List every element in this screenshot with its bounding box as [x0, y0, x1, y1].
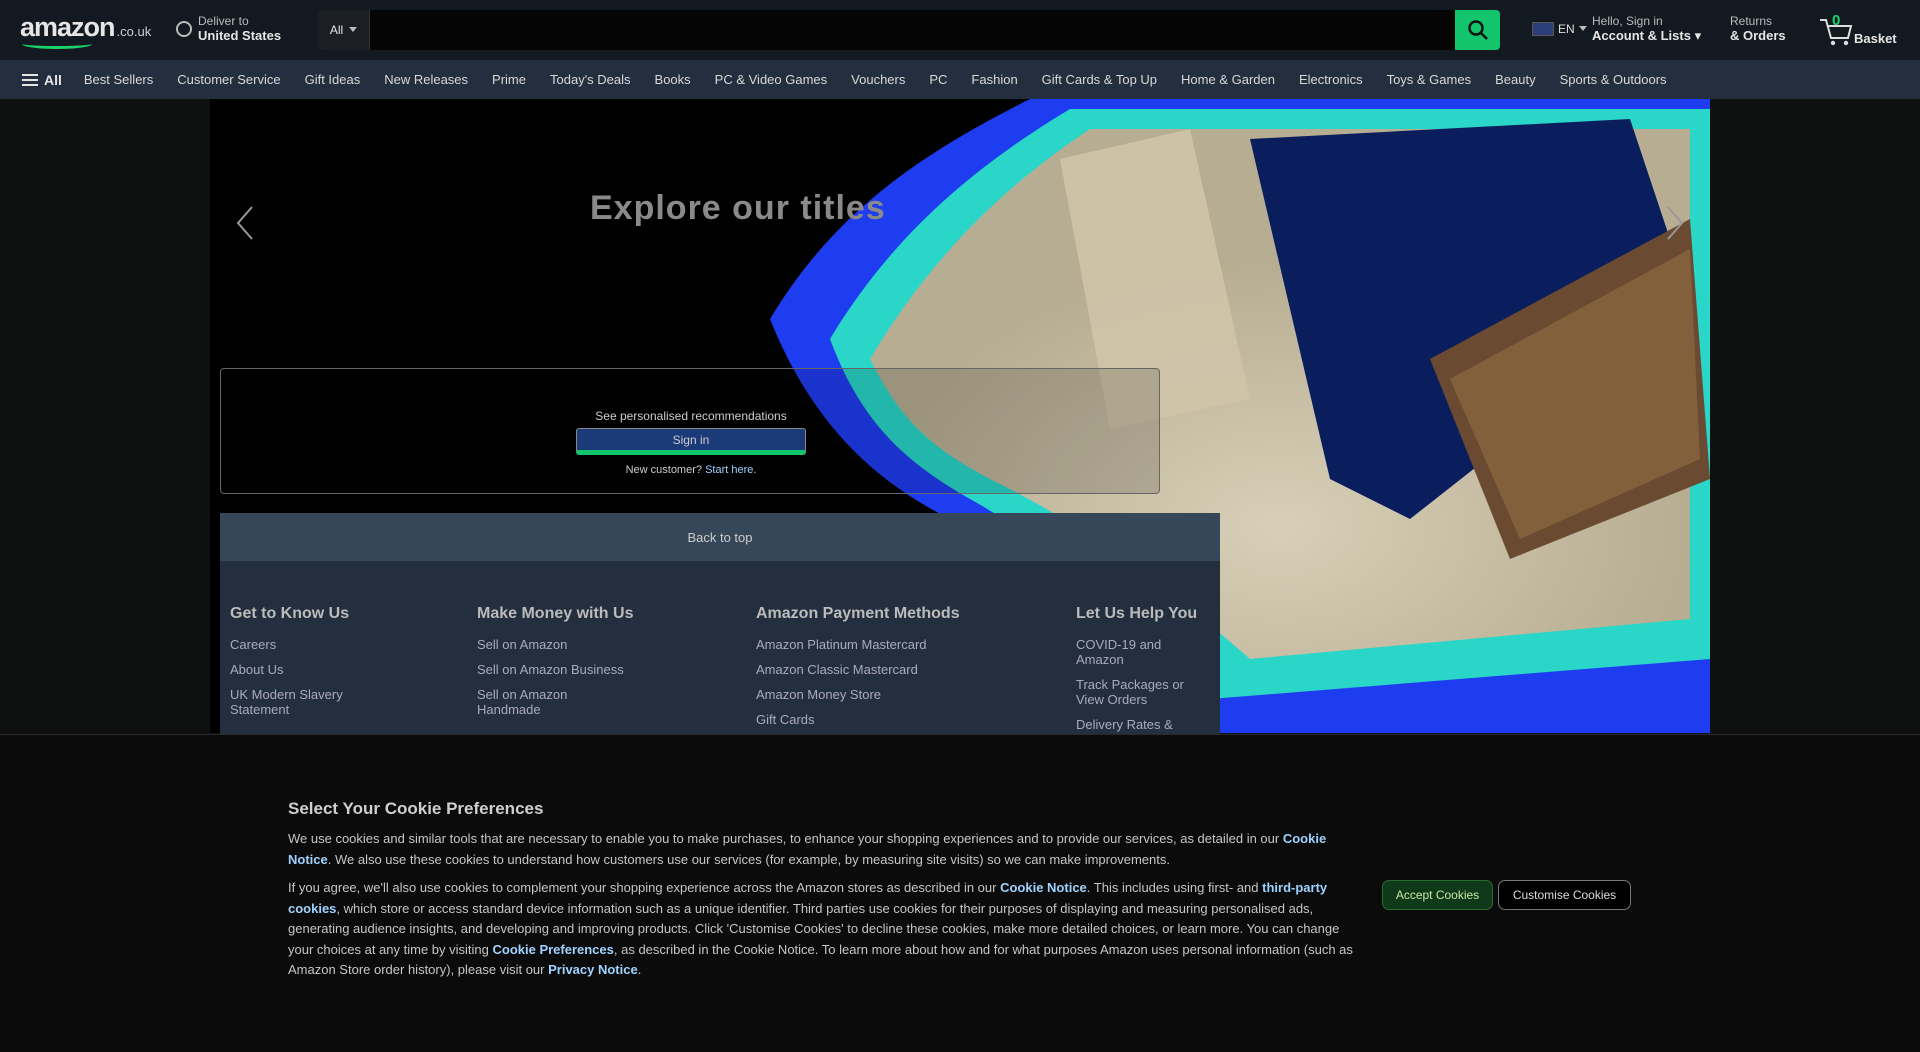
footer-column-title: Let Us Help You — [1076, 605, 1198, 622]
deliver-label: Deliver to — [198, 14, 249, 28]
carousel-prev-button[interactable] — [230, 203, 260, 243]
search-category-label: All — [329, 23, 344, 37]
orders-label: & Orders — [1730, 28, 1786, 43]
search-button[interactable] — [1455, 10, 1500, 50]
customise-cookies-button[interactable]: Customise Cookies — [1498, 880, 1631, 910]
cookie-paragraph-2: If you agree, we'll also use cookies to … — [288, 878, 1354, 981]
footer-link[interactable]: COVID-19 and Amazon — [1076, 637, 1206, 667]
nav-item-new-releases[interactable]: New Releases — [384, 72, 468, 87]
footer-link[interactable]: Gift Cards — [756, 712, 976, 727]
nav-item-books[interactable]: Books — [655, 72, 691, 87]
chevron-right-icon — [1667, 206, 1684, 240]
signin-recommendations-card: See personalised recommendations Sign in… — [220, 368, 1160, 494]
deliver-to[interactable]: Deliver to United States — [176, 14, 281, 43]
nav-item-best-sellers[interactable]: Best Sellers — [84, 72, 153, 87]
logo-tld: .co.uk — [116, 24, 152, 39]
start-here-link[interactable]: Start here. — [705, 464, 756, 476]
search-category-select[interactable]: All — [318, 10, 370, 50]
nav-item-pc[interactable]: PC — [929, 72, 947, 87]
language-selector[interactable]: EN — [1532, 22, 1587, 36]
nav-item-gift-cards[interactable]: Gift Cards & Top Up — [1042, 72, 1157, 87]
search-input[interactable] — [370, 10, 1455, 50]
logo-smile-icon — [22, 39, 92, 49]
account-greeting: Hello, Sign in — [1592, 14, 1663, 28]
footer-column-make-money: Make Money with Us Sell on Amazon Sell o… — [477, 605, 634, 727]
nav-item-electronics[interactable]: Electronics — [1299, 72, 1363, 87]
signin-button[interactable]: Sign in — [576, 428, 806, 455]
footer-link[interactable]: Delivery Rates & — [1076, 717, 1206, 732]
footer-link[interactable]: Amazon Platinum Mastercard — [756, 637, 976, 652]
nav-all-menu[interactable]: All — [22, 72, 62, 88]
flag-icon — [1532, 22, 1554, 36]
footer-link[interactable]: Amazon Classic Mastercard — [756, 662, 976, 677]
basket-button[interactable]: 0 Basket — [1818, 10, 1908, 50]
footer-link[interactable]: Track Packages or View Orders — [1076, 677, 1206, 707]
nav-all-label: All — [44, 71, 62, 88]
search-icon — [1467, 20, 1488, 40]
returns-label: Returns — [1730, 14, 1773, 28]
footer-link[interactable]: UK Modern Slavery Statement — [230, 687, 380, 717]
account-lists-label: Account & Lists ▾ — [1592, 28, 1702, 43]
nav-item-toys-games[interactable]: Toys & Games — [1387, 72, 1472, 87]
cookie-text: If you agree, we'll also use cookies to … — [288, 880, 1001, 895]
returns-orders[interactable]: Returns & Orders — [1730, 14, 1786, 43]
search-bar: All — [318, 10, 1500, 50]
accept-cookies-button[interactable]: Accept Cookies — [1382, 880, 1493, 910]
footer-link[interactable]: Careers — [230, 637, 380, 652]
chevron-down-icon — [1578, 26, 1587, 31]
hamburger-icon — [22, 73, 38, 86]
top-header: amazon .co.uk Deliver to United States A… — [0, 0, 1920, 60]
cookie-text: . — [637, 962, 642, 977]
footer-links: Get to Know Us Careers About Us UK Moder… — [220, 561, 1220, 735]
footer-column-title: Get to Know Us — [230, 605, 350, 622]
nav-item-beauty[interactable]: Beauty — [1495, 72, 1535, 87]
new-customer-line: New customer? Start here. — [221, 464, 1161, 476]
cookie-text: We use cookies and similar tools that ar… — [288, 831, 1283, 846]
account-menu[interactable]: Hello, Sign in Account & Lists ▾ — [1592, 14, 1701, 44]
cookie-preferences-link[interactable]: Cookie Preferences — [492, 942, 613, 957]
nav-item-vouchers[interactable]: Vouchers — [851, 72, 905, 87]
category-nav: All Best Sellers Customer Service Gift I… — [0, 60, 1920, 99]
footer-column-get-to-know-us: Get to Know Us Careers About Us UK Moder… — [230, 605, 380, 727]
cookie-consent-banner: Select Your Cookie Preferences We use co… — [0, 734, 1920, 1052]
footer-column-payment-methods: Amazon Payment Methods Amazon Platinum M… — [756, 605, 976, 735]
amazon-logo[interactable]: amazon .co.uk — [20, 12, 160, 49]
footer-link[interactable]: Sell on Amazon — [477, 637, 627, 652]
cookie-title: Select Your Cookie Preferences — [288, 799, 544, 818]
nav-item-customer-service[interactable]: Customer Service — [177, 72, 280, 87]
hero-title: Explore our titles — [590, 189, 886, 227]
cookie-notice-link[interactable]: Cookie Notice — [1000, 880, 1087, 895]
account-lists-text: Account & Lists — [1592, 28, 1691, 43]
footer-link[interactable]: Amazon Money Store — [756, 687, 976, 702]
nav-item-todays-deals[interactable]: Today's Deals — [550, 72, 631, 87]
footer-column-title: Amazon Payment Methods — [756, 605, 960, 622]
chevron-down-icon — [349, 27, 358, 32]
nav-item-prime[interactable]: Prime — [492, 72, 526, 87]
signin-prompt: See personalised recommendations — [595, 409, 787, 423]
footer-column-help: Let Us Help You COVID-19 and Amazon Trac… — [1076, 605, 1206, 735]
location-pin-icon — [176, 20, 192, 37]
deliver-location: United States — [198, 28, 282, 43]
chevron-left-icon — [236, 206, 253, 240]
nav-item-home-garden[interactable]: Home & Garden — [1181, 72, 1275, 87]
nav-item-sports-outdoors[interactable]: Sports & Outdoors — [1560, 72, 1667, 87]
footer-link[interactable]: About Us — [230, 662, 380, 677]
footer-column-title: Make Money with Us — [477, 605, 634, 622]
cookie-paragraph-1: We use cookies and similar tools that ar… — [288, 829, 1354, 870]
new-customer-label: New customer? — [625, 464, 702, 476]
privacy-notice-link[interactable]: Privacy Notice — [548, 962, 638, 977]
language-code: EN — [1558, 22, 1575, 36]
cookie-text: . We also use these cookies to understan… — [327, 851, 1170, 867]
carousel-next-button[interactable] — [1660, 203, 1690, 243]
basket-label: Basket — [1854, 31, 1897, 46]
cart-count: 0 — [1832, 12, 1841, 29]
nav-item-pc-video-games[interactable]: PC & Video Games — [715, 72, 827, 87]
footer-link[interactable]: Sell on Amazon Business — [477, 662, 627, 677]
nav-item-gift-ideas[interactable]: Gift Ideas — [305, 72, 361, 87]
cookie-text: . This includes using first- and — [1086, 880, 1263, 895]
nav-item-fashion[interactable]: Fashion — [971, 72, 1017, 87]
back-to-top-button[interactable]: Back to top — [220, 513, 1220, 561]
footer-link[interactable]: Sell on Amazon Handmade — [477, 687, 587, 717]
